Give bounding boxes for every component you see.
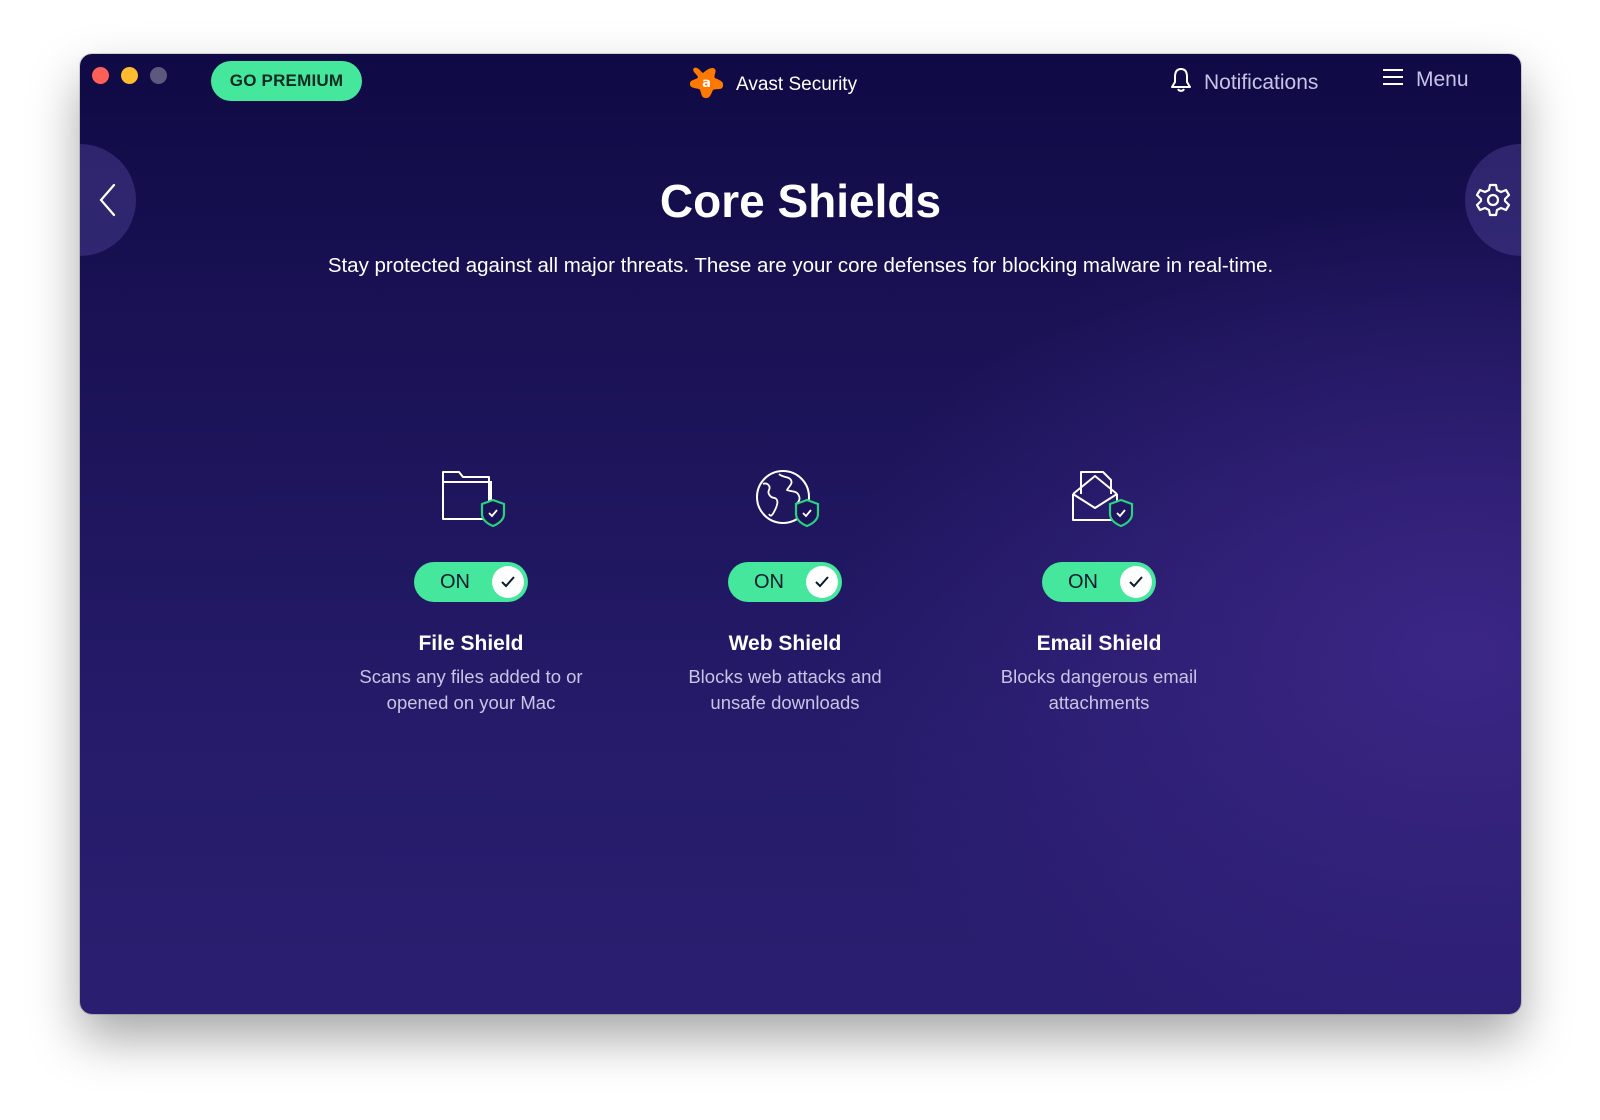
shield-name: Email Shield — [1036, 632, 1162, 655]
description-line: Scans any files added to or — [359, 666, 583, 687]
checkmark-icon — [1120, 566, 1152, 598]
shield-description: Blocks dangerous email attachments — [949, 664, 1249, 716]
toggle-state-label: ON — [1068, 571, 1098, 593]
page-subtitle: Stay protected against all major threats… — [327, 254, 1274, 277]
email-shield-toggle[interactable]: ON — [1042, 562, 1156, 602]
page-title: Core Shields — [659, 175, 942, 227]
file-shield-toggle[interactable]: ON — [414, 562, 528, 602]
globe-shield-icon — [745, 464, 825, 534]
shield-description: Scans any files added to or opened on yo… — [321, 664, 621, 716]
description-line: Blocks dangerous email — [1000, 666, 1198, 687]
description-line: unsafe downloads — [710, 692, 860, 713]
checkmark-icon — [492, 566, 524, 598]
shield-name: Web Shield — [728, 632, 842, 655]
close-window-button[interactable] — [92, 67, 109, 84]
go-premium-button[interactable]: GO PREMIUM — [211, 61, 362, 101]
bell-icon — [1170, 67, 1192, 99]
description-line: opened on your Mac — [386, 692, 556, 713]
zoom-window-button[interactable] — [150, 67, 167, 84]
notifications-label: Notifications — [1204, 71, 1319, 94]
folder-shield-icon — [431, 464, 511, 534]
checkmark-icon — [806, 566, 838, 598]
envelope-shield-icon — [1059, 464, 1139, 534]
menu-label: Menu — [1416, 68, 1469, 91]
email-shield-card: ON Email Shield Blocks dangerous email a… — [949, 464, 1249, 716]
file-shield-card: ON File Shield Scans any files added to … — [321, 464, 621, 716]
notifications-button[interactable]: Notifications — [1170, 67, 1318, 99]
app-title: Avast Security — [736, 73, 858, 95]
toggle-state-label: ON — [440, 571, 470, 593]
minimize-window-button[interactable] — [121, 67, 138, 84]
app-brand: a Avast Security — [688, 64, 857, 105]
window-controls — [92, 67, 167, 84]
shield-description: Blocks web attacks and unsafe downloads — [635, 664, 935, 716]
app-window: GO PREMIUM a Avast Security Notification… — [80, 54, 1521, 1014]
description-line: Blocks web attacks and — [688, 666, 882, 687]
web-shield-card: ON Web Shield Blocks web attacks and uns… — [635, 464, 935, 716]
svg-text:a: a — [702, 76, 711, 91]
description-line: attachments — [1048, 692, 1150, 713]
toggle-state-label: ON — [754, 571, 784, 593]
shield-name: File Shield — [418, 632, 524, 655]
hamburger-icon — [1382, 67, 1404, 93]
avast-logo-icon: a — [688, 64, 726, 105]
web-shield-toggle[interactable]: ON — [728, 562, 842, 602]
menu-button[interactable]: Menu — [1382, 67, 1469, 93]
